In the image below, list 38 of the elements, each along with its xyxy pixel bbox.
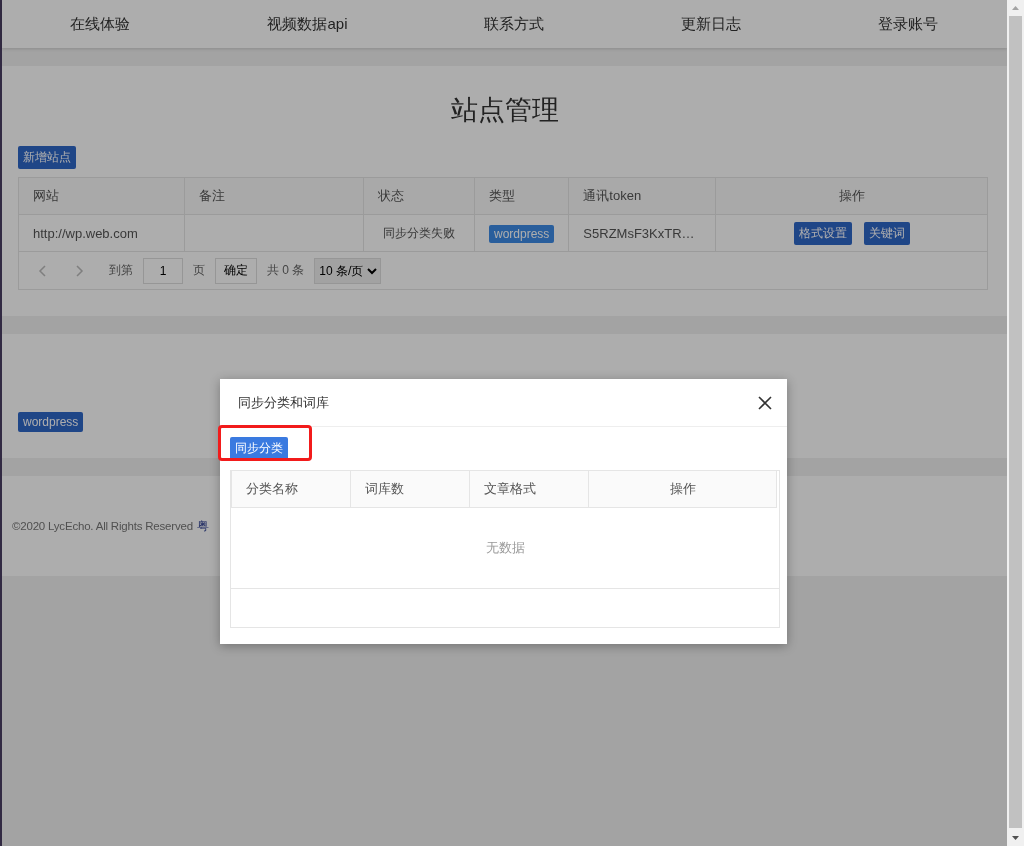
total-count: 共 0 条	[267, 262, 305, 279]
column-header: 文章格式	[469, 471, 589, 508]
section-title: 站点管理	[449, 94, 560, 127]
empty-message: 无数据	[485, 539, 525, 557]
nav-link[interactable]: 在线体验	[70, 14, 131, 34]
column-header: 类型	[474, 177, 569, 215]
close-icon[interactable]	[758, 395, 772, 410]
column-header: 网站	[18, 177, 185, 215]
download-button[interactable]: wordpress	[18, 412, 84, 432]
previous-icon[interactable]	[37, 264, 49, 277]
column-header: 备注	[184, 177, 364, 215]
nav-link[interactable]: 联系方式	[484, 14, 545, 34]
action-button[interactable]: 关键词	[863, 221, 910, 245]
page-input[interactable]: 1	[143, 257, 183, 284]
goto-label: 到第	[109, 262, 133, 279]
column-header: 状态	[363, 177, 475, 215]
type-tag: wordpress	[489, 224, 555, 243]
footer-link[interactable]: 粤	[196, 518, 209, 534]
sync-button[interactable]: 同步分类	[230, 437, 288, 460]
page-size-select[interactable]: 10 条/页	[314, 257, 382, 284]
nav-link[interactable]: 视频数据api	[267, 14, 348, 34]
next-icon[interactable]	[73, 264, 85, 277]
table-cell: 同步分类失败	[363, 214, 475, 252]
nav-link[interactable]: 更新日志	[681, 14, 742, 34]
copyright-text: ©2020 LycEcho. All Rights Reserved	[12, 520, 193, 532]
action-button[interactable]: 格式设置	[793, 221, 852, 245]
column-header: 通讯token	[568, 177, 716, 215]
column-header: 操作	[715, 177, 988, 215]
add-site-button[interactable]: 新增站点	[18, 146, 76, 169]
table-cell: S5RZMsF3KxTR…	[568, 214, 716, 252]
nav-link[interactable]: 登录账号	[878, 14, 939, 34]
dialog-title: 同步分类和词库	[238, 393, 329, 412]
column-header: 操作	[588, 471, 777, 508]
table-cell: http://wp.web.com	[18, 214, 185, 252]
column-header: 分类名称	[231, 471, 351, 508]
column-header: 词库数	[350, 471, 470, 508]
confirm-button[interactable]: 确定	[215, 257, 257, 284]
page-label: 页	[193, 262, 205, 279]
